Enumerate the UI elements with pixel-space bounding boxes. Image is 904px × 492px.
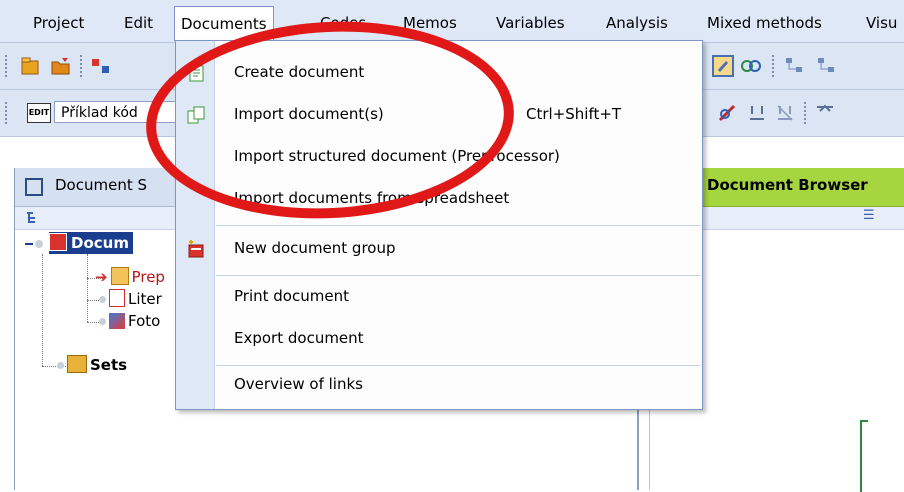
menu-memos[interactable]: Memos xyxy=(403,12,457,34)
new-project-icon[interactable] xyxy=(20,55,42,77)
menu-separator xyxy=(216,365,700,366)
menu-codes[interactable]: Codes xyxy=(320,12,366,34)
list-icon[interactable]: ☰ xyxy=(863,208,875,223)
menu-analysis[interactable]: Analysis xyxy=(606,12,668,34)
sets-folder-icon xyxy=(67,355,87,373)
node-bullet xyxy=(99,296,106,303)
menu-visual-tools[interactable]: Visu xyxy=(866,12,897,34)
activate-icon[interactable] xyxy=(716,102,738,124)
menu-bar: Project Edit Documents Codes Memos Varia… xyxy=(0,0,904,43)
new-document-group-icon xyxy=(188,240,204,258)
tree-connector xyxy=(87,254,88,322)
menu-item-new-document-group[interactable]: New document group xyxy=(176,231,702,269)
node-bullet xyxy=(57,362,64,369)
menu-mixed-methods[interactable]: Mixed methods xyxy=(707,12,822,34)
tree-node-label: Docum xyxy=(71,234,129,252)
menu-item-label: Overview of links xyxy=(234,375,363,393)
import-documents-icon xyxy=(187,106,205,124)
menu-item-label: Print document xyxy=(234,287,349,305)
document-group-icon xyxy=(49,233,67,251)
toolbar-grip[interactable] xyxy=(5,55,10,77)
code-relations-icon[interactable] xyxy=(740,55,762,77)
toolbar-grip[interactable] xyxy=(5,102,10,124)
menu-edit[interactable]: Edit xyxy=(124,12,153,34)
project-tools-icon[interactable] xyxy=(90,55,112,77)
edit-mode-icon[interactable]: EDIT xyxy=(27,103,51,123)
menu-item-label: Import document(s) xyxy=(234,105,384,123)
toolbar-separator xyxy=(804,102,808,124)
menu-item-overview-of-links[interactable]: Overview of links xyxy=(176,367,702,405)
toolbar-separator xyxy=(80,55,84,77)
menu-item-shortcut: Ctrl+Shift+T xyxy=(526,105,622,123)
tree-node-photo[interactable]: Foto xyxy=(99,310,160,332)
pdf-document-icon xyxy=(109,289,125,307)
image-document-icon xyxy=(109,313,125,329)
window-icon xyxy=(25,178,43,196)
menu-variables[interactable]: Variables xyxy=(496,12,565,34)
edit-memo-icon[interactable] xyxy=(712,55,734,77)
collapse-toggle[interactable] xyxy=(23,238,35,250)
clear-underline-icon[interactable] xyxy=(774,102,796,124)
menu-item-import-from-spreadsheet[interactable]: Import documents from spreadsheet xyxy=(176,181,702,219)
menu-item-label: New document group xyxy=(234,239,396,257)
code-tree-icon[interactable] xyxy=(784,55,806,77)
menu-separator xyxy=(216,225,700,226)
tree-node-label: Foto xyxy=(128,312,161,330)
tree-node-literature[interactable]: Liter xyxy=(99,288,162,310)
node-bullet xyxy=(99,318,106,325)
tree-node-preprocessor[interactable]: ➔ Prep xyxy=(95,266,165,288)
menu-item-label: Import structured document (Preprocessor… xyxy=(234,147,560,165)
menu-item-import-documents[interactable]: Import document(s) Ctrl+Shift+T xyxy=(176,97,702,135)
menu-item-label: Create document xyxy=(234,63,365,81)
tree-view-icon[interactable] xyxy=(25,211,39,225)
document-selector[interactable]: Příklad kód xyxy=(54,101,178,123)
menu-item-export-document[interactable]: Export document xyxy=(176,321,702,359)
open-project-icon[interactable] xyxy=(50,55,72,77)
menu-documents[interactable]: Documents xyxy=(174,6,274,41)
node-bullet xyxy=(35,240,43,248)
menu-item-label: Export document xyxy=(234,329,364,347)
preprocessor-document-icon xyxy=(110,267,129,285)
tree-connector xyxy=(42,254,43,366)
menu-separator xyxy=(216,275,700,276)
tree-node-label: Sets xyxy=(90,356,128,374)
align-top-icon[interactable] xyxy=(814,102,836,124)
pane-title: Document Browser xyxy=(707,176,868,194)
menu-project[interactable]: Project xyxy=(33,12,84,34)
menu-item-print-document[interactable]: Print document xyxy=(176,279,702,317)
coding-stripe xyxy=(860,420,868,492)
code-map-icon[interactable] xyxy=(816,55,838,77)
menu-item-import-structured-document[interactable]: Import structured document (Preprocessor… xyxy=(176,139,702,177)
underline-icon[interactable] xyxy=(746,102,768,124)
active-arrow-icon: ➔ xyxy=(95,268,108,286)
toolbar-separator xyxy=(772,55,776,77)
tree-node-label: Prep xyxy=(131,268,165,286)
menu-item-label: Import documents from spreadsheet xyxy=(234,189,510,207)
create-document-icon xyxy=(188,63,204,82)
pane-title: Document S xyxy=(55,176,147,194)
tree-node-label: Liter xyxy=(128,290,162,308)
documents-menu: Create document Import document(s) Ctrl+… xyxy=(175,40,703,410)
menu-item-create-document[interactable]: Create document xyxy=(176,55,702,93)
tree-node-sets[interactable]: Sets xyxy=(57,354,127,376)
tree-node-documents[interactable]: Docum xyxy=(49,232,133,254)
